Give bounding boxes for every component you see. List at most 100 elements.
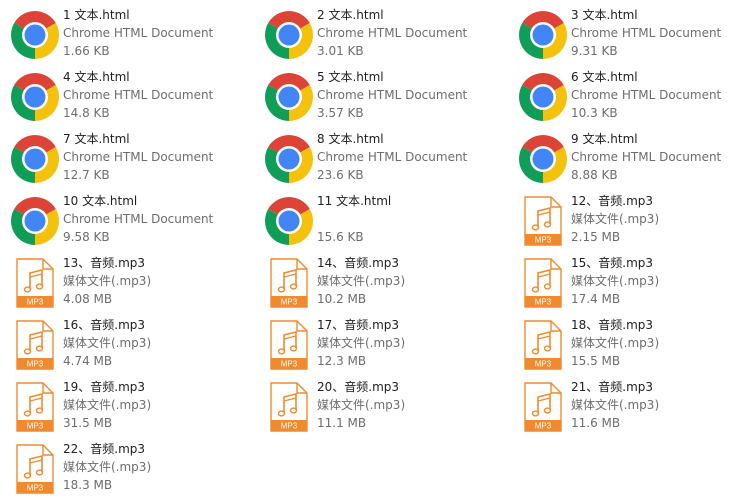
file-name: 9 文本.html (571, 132, 638, 146)
mp3-badge-label: MP3 (27, 360, 44, 369)
file-size: 18.3 MB (63, 478, 113, 492)
file-name: 7 文本.html (63, 132, 130, 146)
file-name: 4 文本.html (63, 70, 130, 84)
file-name: 13、音频.mp3 (63, 256, 146, 270)
file-size: 14.8 KB (63, 106, 110, 120)
mp3-file-icon: MP3 (264, 382, 314, 432)
file-size: 9.31 KB (571, 44, 618, 58)
mp3-badge-label: MP3 (281, 422, 298, 431)
file-name: 3 文本.html (571, 8, 638, 22)
file-item[interactable]: 7 文本.html Chrome HTML Document 12.7 KB (10, 130, 250, 186)
file-item[interactable]: MP3 16、音频.mp3 媒体文件(.mp3) 4.74 MB (10, 316, 250, 372)
mp3-badge-label: MP3 (27, 298, 44, 307)
file-type: 媒体文件(.mp3) (571, 398, 660, 412)
file-details: 19、音频.mp3 媒体文件(.mp3) 31.5 MB (63, 378, 248, 432)
file-size: 23.6 KB (317, 168, 364, 182)
mp3-badge-label: MP3 (535, 236, 552, 245)
file-item[interactable]: MP3 22、音频.mp3 媒体文件(.mp3) 18.3 MB (10, 440, 250, 496)
file-details: 16、音频.mp3 媒体文件(.mp3) 4.74 MB (63, 316, 248, 370)
file-details: 8 文本.html Chrome HTML Document 23.6 KB (317, 130, 502, 184)
mp3-badge-label: MP3 (535, 422, 552, 431)
file-size: 31.5 MB (63, 416, 113, 430)
file-item[interactable]: 8 文本.html Chrome HTML Document 23.6 KB (264, 130, 504, 186)
file-item[interactable]: 11 文本.html 15.6 KB (264, 192, 504, 248)
file-details: 10 文本.html Chrome HTML Document 9.58 KB (63, 192, 248, 246)
file-details: 13、音频.mp3 媒体文件(.mp3) 4.08 MB (63, 254, 248, 308)
chrome-icon (264, 10, 314, 60)
file-details: 12、音频.mp3 媒体文件(.mp3) 2.15 MB (571, 192, 745, 246)
file-details: 14、音频.mp3 媒体文件(.mp3) 10.2 MB (317, 254, 502, 308)
file-type: 媒体文件(.mp3) (63, 274, 152, 288)
file-details: 9 文本.html Chrome HTML Document 8.88 KB (571, 130, 745, 184)
file-item[interactable]: 1 文本.html Chrome HTML Document 1.66 KB (10, 6, 250, 62)
file-item[interactable]: MP3 19、音频.mp3 媒体文件(.mp3) 31.5 MB (10, 378, 250, 434)
file-item[interactable]: 2 文本.html Chrome HTML Document 3.01 KB (264, 6, 504, 62)
file-type: 媒体文件(.mp3) (63, 336, 152, 350)
file-item[interactable]: MP3 15、音频.mp3 媒体文件(.mp3) 17.4 MB (518, 254, 745, 310)
file-type: 媒体文件(.mp3) (317, 398, 406, 412)
mp3-file-icon: MP3 (10, 382, 60, 432)
file-item[interactable]: 3 文本.html Chrome HTML Document 9.31 KB (518, 6, 745, 62)
file-size: 8.88 KB (571, 168, 618, 182)
file-item[interactable]: 4 文本.html Chrome HTML Document 14.8 KB (10, 68, 250, 124)
file-size: 17.4 MB (571, 292, 621, 306)
chrome-icon (264, 72, 314, 122)
file-type: 媒体文件(.mp3) (571, 336, 660, 350)
file-type: 媒体文件(.mp3) (63, 398, 152, 412)
file-details: 7 文本.html Chrome HTML Document 12.7 KB (63, 130, 248, 184)
file-size: 11.6 MB (571, 416, 621, 430)
mp3-file-icon: MP3 (10, 444, 60, 494)
file-type: 媒体文件(.mp3) (571, 212, 660, 226)
file-type: Chrome HTML Document (317, 88, 468, 102)
file-type: Chrome HTML Document (571, 26, 722, 40)
file-details: 6 文本.html Chrome HTML Document 10.3 KB (571, 68, 745, 122)
file-item[interactable]: 9 文本.html Chrome HTML Document 8.88 KB (518, 130, 745, 186)
file-details: 11 文本.html 15.6 KB (317, 192, 502, 246)
mp3-file-icon: MP3 (264, 258, 314, 308)
chrome-icon (10, 72, 60, 122)
file-details: 5 文本.html Chrome HTML Document 3.57 KB (317, 68, 502, 122)
mp3-badge-label: MP3 (535, 360, 552, 369)
chrome-icon (518, 10, 568, 60)
file-name: 20、音频.mp3 (317, 380, 400, 394)
file-item[interactable]: 6 文本.html Chrome HTML Document 10.3 KB (518, 68, 745, 124)
file-name: 12、音频.mp3 (571, 194, 654, 208)
file-item[interactable]: MP3 12、音频.mp3 媒体文件(.mp3) 2.15 MB (518, 192, 745, 248)
file-item[interactable]: MP3 14、音频.mp3 媒体文件(.mp3) 10.2 MB (264, 254, 504, 310)
file-details: 20、音频.mp3 媒体文件(.mp3) 11.1 MB (317, 378, 502, 432)
mp3-file-icon: MP3 (518, 196, 568, 246)
file-name: 10 文本.html (63, 194, 138, 208)
file-type: Chrome HTML Document (63, 26, 214, 40)
file-type: 媒体文件(.mp3) (317, 274, 406, 288)
chrome-icon (10, 196, 60, 246)
chrome-icon (10, 10, 60, 60)
file-type: 媒体文件(.mp3) (317, 336, 406, 350)
chrome-icon (264, 134, 314, 184)
file-item[interactable]: MP3 21、音频.mp3 媒体文件(.mp3) 11.6 MB (518, 378, 745, 434)
file-size: 4.74 MB (63, 354, 113, 368)
file-size: 1.66 KB (63, 44, 110, 58)
file-name: 18、音频.mp3 (571, 318, 654, 332)
chrome-icon (518, 134, 568, 184)
file-item[interactable]: 10 文本.html Chrome HTML Document 9.58 KB (10, 192, 250, 248)
file-item[interactable]: MP3 20、音频.mp3 媒体文件(.mp3) 11.1 MB (264, 378, 504, 434)
mp3-file-icon: MP3 (518, 258, 568, 308)
file-name: 14、音频.mp3 (317, 256, 400, 270)
file-item[interactable]: MP3 13、音频.mp3 媒体文件(.mp3) 4.08 MB (10, 254, 250, 310)
mp3-badge-label: MP3 (281, 360, 298, 369)
file-type: Chrome HTML Document (317, 150, 468, 164)
mp3-badge-label: MP3 (27, 484, 44, 493)
file-name: 15、音频.mp3 (571, 256, 654, 270)
file-size: 10.2 MB (317, 292, 367, 306)
file-item[interactable]: MP3 17、音频.mp3 媒体文件(.mp3) 12.3 MB (264, 316, 504, 372)
mp3-badge-label: MP3 (535, 298, 552, 307)
file-type: Chrome HTML Document (317, 26, 468, 40)
file-details: 3 文本.html Chrome HTML Document 9.31 KB (571, 6, 745, 60)
mp3-file-icon: MP3 (518, 382, 568, 432)
file-name: 19、音频.mp3 (63, 380, 146, 394)
mp3-file-icon: MP3 (10, 258, 60, 308)
file-item[interactable]: MP3 18、音频.mp3 媒体文件(.mp3) 15.5 MB (518, 316, 745, 372)
file-details: 21、音频.mp3 媒体文件(.mp3) 11.6 MB (571, 378, 745, 432)
file-item[interactable]: 5 文本.html Chrome HTML Document 3.57 KB (264, 68, 504, 124)
chrome-icon (264, 196, 314, 246)
